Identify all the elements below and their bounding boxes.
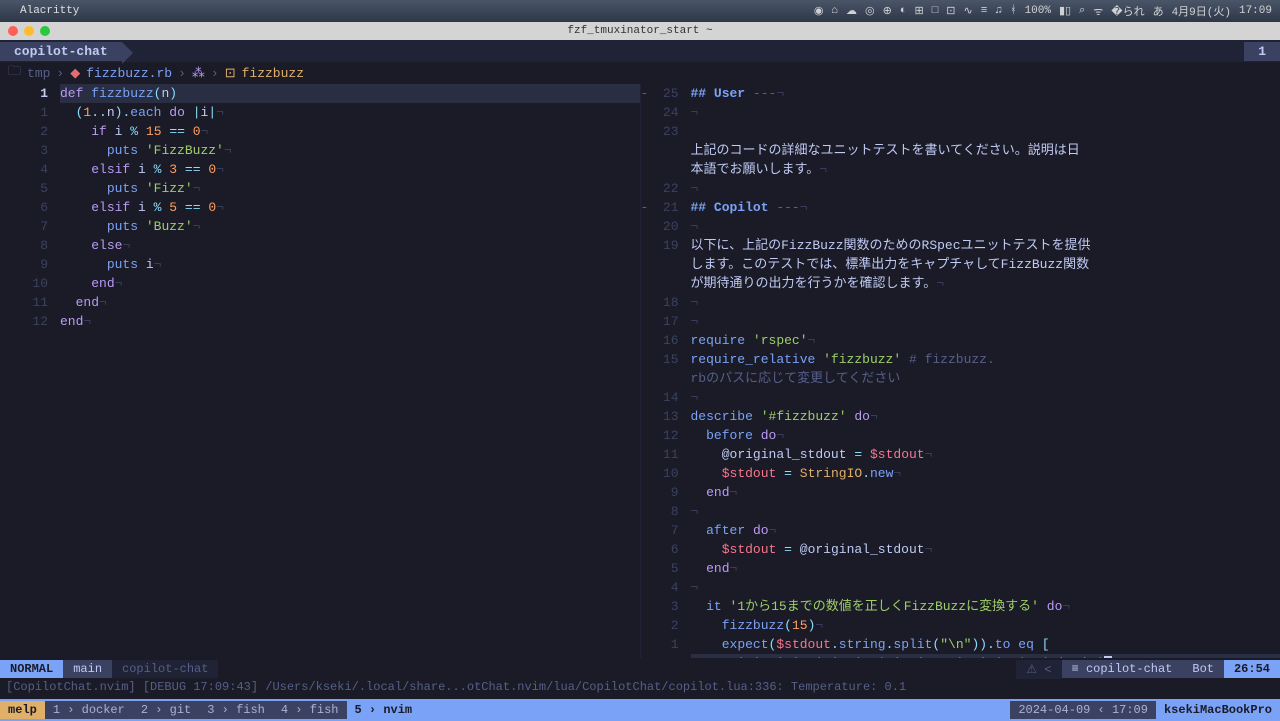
search-icon[interactable]: ⌕: [1079, 5, 1085, 17]
tmux-window-5[interactable]: 5 › nvim: [347, 701, 421, 719]
status-icon[interactable]: □: [932, 5, 939, 17]
line-gutter-left: 1 1 2 3 4 5 6 7 8 9 10 11 12: [0, 84, 56, 331]
editor-pane-left[interactable]: 1 1 2 3 4 5 6 7 8 9 10 11 12 def fizzbuz…: [0, 84, 641, 658]
ruby-icon: ◆: [70, 66, 80, 81]
tmux-host: ksekiMacBookPro: [1156, 701, 1280, 719]
tmux-session[interactable]: melp: [0, 701, 45, 719]
input-icon[interactable]: あ: [1153, 3, 1164, 19]
code-line: puts 'FizzBuzz'¬: [60, 141, 640, 160]
code-line: if i % 15 == 0¬: [60, 122, 640, 141]
code-line: (1..n).each do |i|¬: [60, 103, 640, 122]
diagnostics: ⚠ <: [1016, 660, 1061, 679]
bc-folder[interactable]: tmp: [27, 66, 50, 81]
code-line: end¬: [60, 293, 640, 312]
editor-pane-right[interactable]: - - 25 24 23 22 21 20 19 18 17 16 15 14 …: [641, 84, 1280, 658]
code-line: puts 'Fizz'¬: [60, 179, 640, 198]
mode-indicator: NORMAL: [0, 660, 63, 678]
bc-file[interactable]: fizzbuzz.rb: [86, 66, 172, 81]
window-titlebar: fzf_tmuxinator_start ~: [0, 22, 1280, 40]
line-gutter-right: 25 24 23 22 21 20 19 18 17 16 15 14 13 1…: [641, 84, 687, 658]
code-line: elsif i % 3 == 0¬: [60, 160, 640, 179]
status-icon[interactable]: ≡: [981, 5, 988, 17]
code-line: puts 'Buzz'¬: [60, 217, 640, 236]
tmux-date: 2024-04-09 ‹ 17:09: [1010, 701, 1156, 719]
code-right[interactable]: ## User ---¬ ¬ 上記のコードの詳細なユニットテストを書いてください…: [691, 84, 1280, 658]
cursor-pos: 26:54: [1224, 660, 1280, 678]
nvim-tabline: copilot-chat 1: [0, 40, 1280, 62]
symbol-icon: ⁂: [192, 66, 205, 81]
method-icon: ⊡: [225, 66, 236, 81]
tab-index: 1: [1244, 42, 1280, 61]
menubar-date[interactable]: 4月9日(火): [1172, 3, 1231, 19]
cursor: [1104, 656, 1112, 658]
code-line: end¬: [60, 274, 640, 293]
folder-icon: 🗀: [8, 62, 21, 84]
tmux-window-1[interactable]: 1 › docker: [45, 701, 133, 719]
control-center-icon[interactable]: �られ: [1111, 3, 1144, 19]
breadcrumb: 🗀 tmp › ◆ fizzbuzz.rb › ⁂ › ⊡ fizzbuzz: [0, 62, 1280, 84]
close-icon[interactable]: [8, 26, 18, 36]
tab-copilot-chat[interactable]: copilot-chat: [0, 42, 122, 61]
editor-area: 1 1 2 3 4 5 6 7 8 9 10 11 12 def fizzbuz…: [0, 84, 1280, 658]
code-line: puts i¬: [60, 255, 640, 274]
bluetooth-icon[interactable]: ᚼ: [1010, 5, 1017, 17]
tmux-window-3[interactable]: 3 › fish: [199, 701, 273, 719]
battery-pct[interactable]: 100%: [1025, 5, 1051, 17]
minimize-icon[interactable]: [24, 26, 34, 36]
bc-function[interactable]: fizzbuzz: [242, 66, 304, 81]
status-icon[interactable]: ◐: [900, 5, 907, 17]
code-line: else¬: [60, 236, 640, 255]
macos-menubar: Alacritty ◉ ⌂ ☁ ◎ ⊕ ◐ ⊞ □ ⊡ ∿ ≡ ♫ ᚼ 100%…: [0, 0, 1280, 22]
battery-icon[interactable]: ▮▯: [1059, 4, 1071, 18]
status-icon[interactable]: ◉: [814, 4, 824, 18]
code-line: elsif i % 5 == 0¬: [60, 198, 640, 217]
code-line: end¬: [60, 312, 640, 331]
git-branch: main: [63, 660, 112, 678]
filename: copilot-chat: [112, 660, 218, 678]
menubar-time[interactable]: 17:09: [1239, 5, 1272, 17]
headphones-icon[interactable]: ♫: [995, 5, 1002, 17]
status-icon[interactable]: ⌂: [831, 5, 838, 17]
code-left[interactable]: def fizzbuzz(n) (1..n).each do |i|¬ if i…: [60, 84, 640, 331]
status-icon[interactable]: ◎: [865, 4, 875, 18]
wifi-icon[interactable]: ᯤ: [1093, 4, 1103, 19]
status-icon[interactable]: ☁: [846, 4, 857, 18]
status-icon[interactable]: ∿: [964, 4, 973, 18]
tmux-window-2[interactable]: 2 › git: [133, 701, 199, 719]
filetype: ≡ copilot-chat: [1062, 660, 1183, 678]
nvim-statusline: NORMAL main copilot-chat ⚠ < ≡ copilot-c…: [0, 658, 1280, 680]
status-icon[interactable]: ⊞: [914, 4, 923, 18]
tmux-window-4[interactable]: 4 › fish: [273, 701, 347, 719]
tmux-statusbar: melp 1 › docker 2 › git 3 › fish 4 › fis…: [0, 699, 1280, 721]
message-line: [CopilotChat.nvim] [DEBUG 17:09:43] /Use…: [0, 680, 1280, 699]
window-title: fzf_tmuxinator_start ~: [567, 25, 712, 37]
code-line: def fizzbuzz(n): [60, 84, 640, 103]
app-name[interactable]: Alacritty: [20, 5, 79, 17]
status-icon[interactable]: ⊡: [946, 4, 955, 18]
maximize-icon[interactable]: [40, 26, 50, 36]
menubar-status: ◉ ⌂ ☁ ◎ ⊕ ◐ ⊞ □ ⊡ ∿ ≡ ♫ ᚼ 100% ▮▯ ⌕ ᯤ �ら…: [814, 3, 1272, 19]
status-icon[interactable]: ⊕: [883, 4, 892, 18]
scroll-pos: Bot: [1182, 660, 1224, 678]
